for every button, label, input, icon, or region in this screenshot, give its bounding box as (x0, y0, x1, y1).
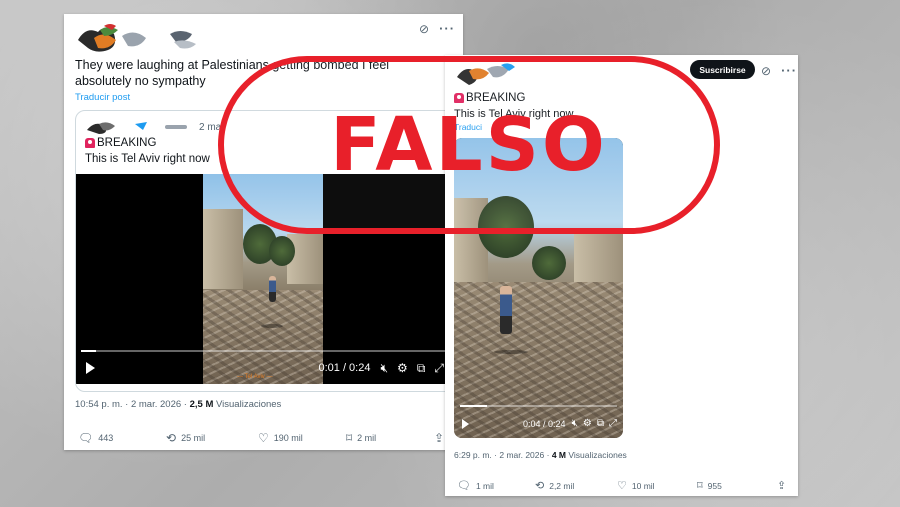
mute-icon[interactable]: 🔇︎ (380, 362, 388, 374)
video-controls: 0:01 / 0:24 🔇︎ ⚙︎ ⧉ ⤢ (86, 362, 444, 374)
repost-icon: ⟲ (535, 480, 545, 492)
views-count: 2,5 M (189, 399, 214, 410)
reply-count: 1 mil (475, 481, 494, 491)
reply-button[interactable]: 🗨︎ 1 mil (457, 480, 535, 492)
post-meta: 6:29 p. m. · 2 mar. 2026 · 4 M Visualiza… (454, 450, 627, 460)
play-icon[interactable] (462, 419, 469, 429)
video-time: 0:04 / 0:24 (523, 419, 566, 429)
post-timestamp[interactable]: 10:54 p. m. · 2 mar. 2026 · (75, 399, 187, 410)
reply-button[interactable]: 🗨︎ 443 (78, 432, 166, 444)
views-label: Visualizaciones (568, 450, 627, 460)
share-button[interactable]: ⇪ (434, 432, 444, 444)
bookmark-icon: ⌑ (346, 431, 353, 445)
like-button[interactable]: ♡ 10 mil (617, 480, 697, 492)
share-button[interactable]: ⇪ (777, 480, 786, 492)
bookmark-button[interactable]: ⌑ 955 (697, 480, 777, 492)
bookmark-count: 2 mil (357, 433, 377, 443)
share-icon: ⇪ (777, 480, 787, 492)
grok-icon[interactable]: ⊘ (419, 22, 429, 36)
reply-count: 443 (98, 433, 114, 443)
repost-count: 2,2 mil (549, 481, 575, 491)
video-controls: 0:04 / 0:24 🔇︎ ⚙︎ ⧉ ⤢ (462, 418, 617, 430)
views-label: Visualizaciones (216, 399, 282, 410)
bookmark-count: 955 (707, 481, 722, 491)
falso-label: FALSO (330, 102, 608, 188)
settings-icon[interactable]: ⚙︎ (397, 362, 408, 374)
repost-count: 25 mil (181, 433, 206, 443)
siren-icon (85, 138, 95, 148)
post-actions: 🗨︎ 443 ⟲ 25 mil ♡ 190 mil ⌑ 2 mil ⇪ (78, 432, 460, 444)
pip-icon[interactable]: ⧉ (417, 362, 426, 374)
post-meta: 10:54 p. m. · 2 mar. 2026 · 2,5 M Visual… (75, 399, 281, 410)
redacted-handle (165, 125, 187, 129)
video-progress-fill (460, 405, 487, 407)
like-icon: ♡ (258, 431, 269, 445)
post-actions: 🗨︎ 1 mil ⟲ 2,2 mil ♡ 10 mil ⌑ 955 ⇪ (457, 480, 787, 492)
quoted-post-text: This is Tel Aviv right now (85, 153, 210, 165)
more-icon[interactable]: ··· (781, 63, 797, 78)
grok-icon[interactable]: ⊘ (761, 64, 771, 78)
redacted-quoted-avatar (87, 122, 147, 134)
quoted-breaking-label: BREAKING (85, 137, 156, 149)
pip-icon[interactable]: ⧉ (597, 418, 604, 430)
views-count: 4 M (551, 450, 566, 460)
repost-button[interactable]: ⟲ 25 mil (166, 432, 258, 444)
video-progress-fill (81, 350, 96, 352)
reply-icon: 🗨︎ (78, 431, 94, 445)
bookmark-icon: ⌑ (697, 480, 703, 492)
video-progress-bar[interactable] (460, 405, 617, 407)
video-progress-bar[interactable] (81, 350, 447, 352)
settings-icon[interactable]: ⚙︎ (583, 418, 592, 430)
falso-stamp: FALSO (218, 56, 720, 234)
play-icon[interactable] (86, 362, 95, 374)
fullscreen-icon[interactable]: ⤢ (434, 362, 444, 374)
post-timestamp[interactable]: 6:29 p. m. · 2 mar. 2026 · (454, 450, 549, 460)
quoted-post-date: 2 ma (199, 121, 222, 133)
bookmark-button[interactable]: ⌑ 2 mil (346, 432, 434, 444)
repost-button[interactable]: ⟲ 2,2 mil (535, 480, 617, 492)
redacted-user-avatar (78, 24, 196, 52)
repost-icon: ⟲ (166, 431, 177, 445)
like-icon: ♡ (617, 480, 627, 492)
reply-icon: 🗨︎ (457, 480, 471, 492)
mute-icon[interactable]: 🔇︎ (572, 418, 578, 430)
subscribe-button[interactable]: Suscribirse (690, 60, 755, 79)
like-count: 10 mil (631, 481, 655, 491)
post-header-actions: ⊘ ··· (761, 63, 797, 78)
like-button[interactable]: ♡ 190 mil (258, 432, 346, 444)
fullscreen-icon[interactable]: ⤢ (609, 418, 617, 430)
video-watermark: — Tel Aviv — (237, 374, 273, 380)
like-count: 190 mil (273, 433, 303, 443)
quoted-post-header: 2 ma (85, 118, 221, 136)
share-icon: ⇪ (434, 431, 445, 445)
video-time: 0:01 / 0:24 (318, 362, 371, 374)
post-header-actions: ⊘ ··· (419, 21, 455, 36)
breaking-text: BREAKING (97, 137, 157, 149)
translate-post-link[interactable]: Traducir post (75, 92, 130, 103)
more-icon[interactable]: ··· (439, 21, 455, 36)
